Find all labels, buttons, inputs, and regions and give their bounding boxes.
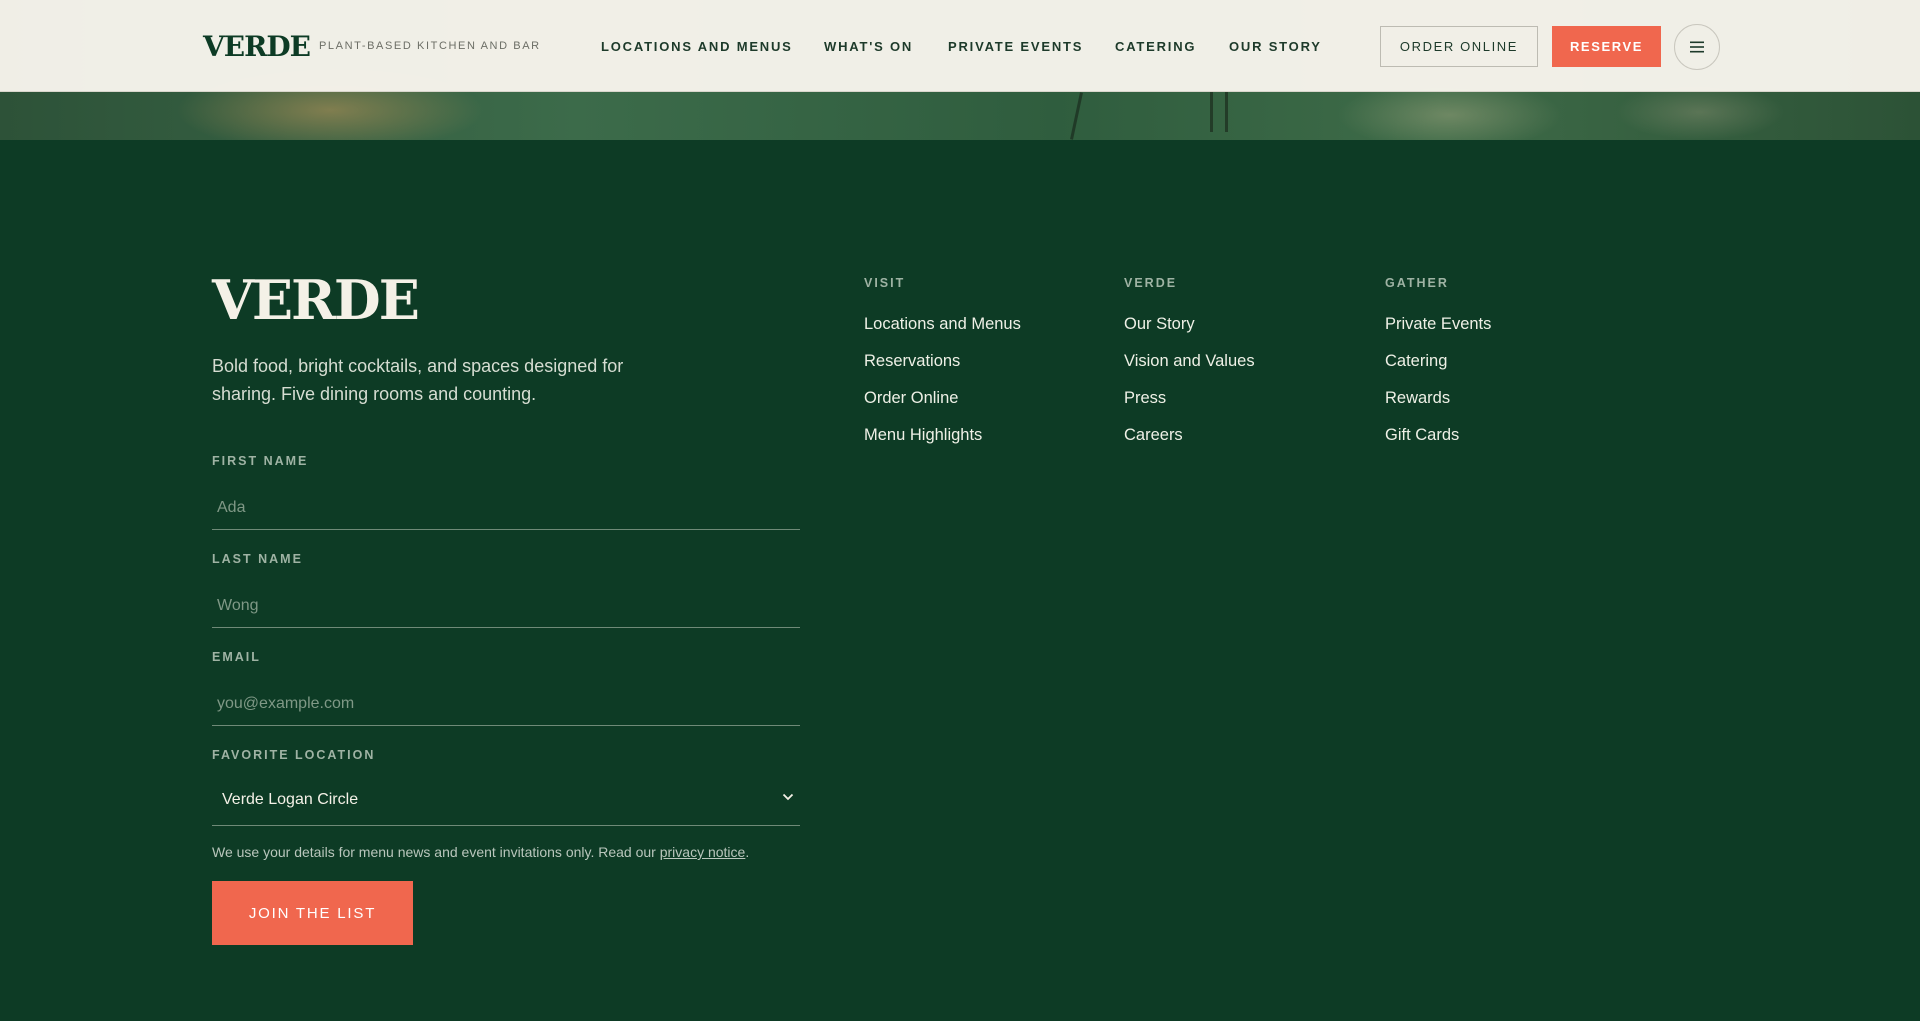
footer-column-verde: VERDE Our Story Vision and Values Press … — [1124, 276, 1364, 462]
site-header: VERDE PLANT-BASED KITCHEN AND BAR LOCATI… — [0, 0, 1920, 92]
nav-our-story[interactable]: OUR STORY — [1229, 39, 1322, 54]
footer-link-order-online[interactable]: Order Online — [864, 388, 1104, 425]
email-label: EMAIL — [212, 650, 261, 664]
chair-leg-shape — [1070, 92, 1083, 140]
footer-link-vision-and-values[interactable]: Vision and Values — [1124, 351, 1364, 388]
footer-column-visit: VISIT Locations and Menus Reservations O… — [864, 276, 1104, 462]
footer-link-reservations[interactable]: Reservations — [864, 351, 1104, 388]
privacy-notice-link[interactable]: privacy notice — [660, 844, 746, 860]
nav-private-events[interactable]: PRIVATE EVENTS — [948, 39, 1083, 54]
chair-leg-shape — [1210, 92, 1213, 132]
first-name-label: FIRST NAME — [212, 454, 309, 468]
footer-column-heading: VISIT — [864, 276, 906, 290]
email-field[interactable] — [212, 682, 800, 726]
favorite-location-label: FAVORITE LOCATION — [212, 748, 376, 762]
footer-link-our-story[interactable]: Our Story — [1124, 314, 1364, 351]
privacy-note-text: We use your details for menu news and ev… — [212, 844, 660, 860]
site-footer: VERDE Bold food, bright cocktails, and s… — [0, 140, 1920, 1021]
footer-link-gift-cards[interactable]: Gift Cards — [1385, 425, 1625, 462]
footer-link-menu-highlights[interactable]: Menu Highlights — [864, 425, 1104, 462]
footer-link-press[interactable]: Press — [1124, 388, 1364, 425]
footer-link-rewards[interactable]: Rewards — [1385, 388, 1625, 425]
header-tagline: PLANT-BASED KITCHEN AND BAR — [319, 40, 541, 52]
last-name-label: LAST NAME — [212, 552, 303, 566]
reserve-button[interactable]: RESERVE — [1552, 26, 1661, 67]
privacy-note-period: . — [745, 844, 750, 860]
nav-locations-and-menus[interactable]: LOCATIONS AND MENUS — [601, 39, 793, 54]
first-name-field[interactable] — [212, 486, 800, 530]
chair-leg-shape — [1225, 92, 1228, 132]
header-logo[interactable]: VERDE — [203, 30, 311, 63]
nav-whats-on[interactable]: WHAT'S ON — [824, 39, 913, 54]
footer-column-gather: GATHER Private Events Catering Rewards G… — [1385, 276, 1625, 462]
footer-link-private-events[interactable]: Private Events — [1385, 314, 1625, 351]
hamburger-icon — [1690, 41, 1704, 53]
menu-button[interactable] — [1674, 24, 1720, 70]
order-online-button[interactable]: ORDER ONLINE — [1380, 26, 1538, 67]
favorite-location-select[interactable]: Verde Logan Circle — [212, 763, 800, 826]
footer-link-catering[interactable]: Catering — [1385, 351, 1625, 388]
join-the-list-button[interactable]: JOIN THE LIST — [212, 881, 413, 945]
footer-link-locations-and-menus[interactable]: Locations and Menus — [864, 314, 1104, 351]
chevron-down-icon — [782, 793, 794, 801]
nav-catering[interactable]: CATERING — [1115, 39, 1196, 54]
footer-logo: VERDE — [212, 268, 420, 332]
footer-description: Bold food, bright cocktails, and spaces … — [212, 356, 624, 404]
footer-link-careers[interactable]: Careers — [1124, 425, 1364, 462]
footer-column-heading: VERDE — [1124, 276, 1178, 290]
footer-column-heading: GATHER — [1385, 276, 1449, 290]
favorite-location-value: Verde Logan Circle — [222, 791, 359, 808]
privacy-note: We use your details for menu news and ev… — [212, 844, 749, 860]
last-name-field[interactable] — [212, 584, 800, 628]
